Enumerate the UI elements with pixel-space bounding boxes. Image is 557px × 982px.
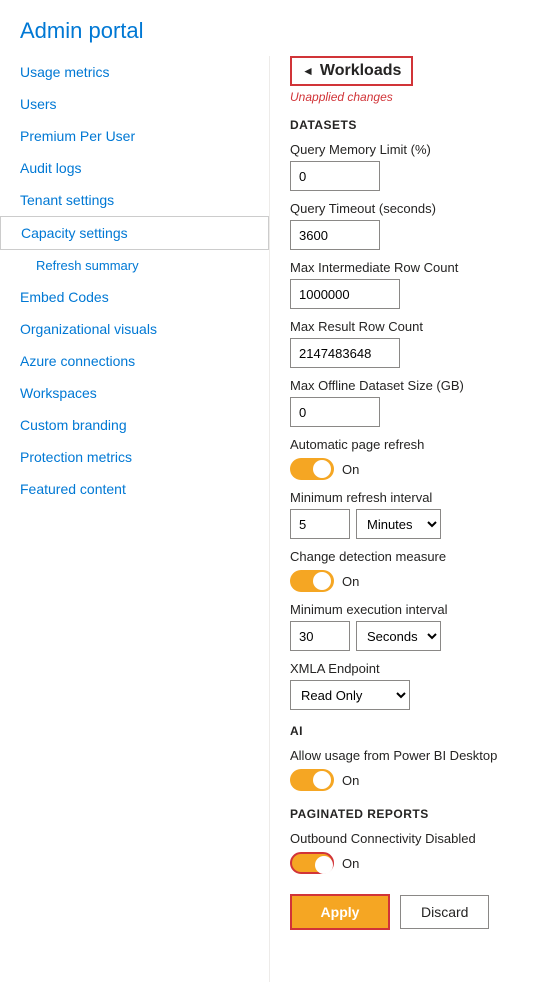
sidebar-item-usage-metrics[interactable]: Usage metrics [0,56,269,88]
xmla-endpoint-label: XMLA Endpoint [290,661,537,676]
sidebar-item-audit-logs[interactable]: Audit logs [0,152,269,184]
allow-usage-label: Allow usage from Power BI Desktop [290,748,537,763]
datasets-section-label: DATASETS [290,118,537,132]
min-refresh-value-input[interactable] [290,509,350,539]
outbound-toggle[interactable] [290,852,334,874]
min-refresh-row: Minutes Seconds [290,509,537,539]
sidebar-item-refresh-summary[interactable]: Refresh summary [0,250,269,281]
min-execution-row: Seconds Minutes [290,621,537,651]
outbound-toggle-label: On [342,856,359,871]
sidebar-item-premium-per-user[interactable]: Premium Per User [0,120,269,152]
change-detection-label: Change detection measure [290,549,537,564]
max-result-label: Max Result Row Count [290,319,537,334]
allow-usage-toggle-label: On [342,773,359,788]
apply-button[interactable]: Apply [290,894,390,930]
max-offline-input[interactable] [290,397,380,427]
sidebar-item-custom-branding[interactable]: Custom branding [0,409,269,441]
actions-row: Apply Discard [290,894,537,950]
discard-button[interactable]: Discard [400,895,489,929]
outbound-label: Outbound Connectivity Disabled [290,831,537,846]
min-refresh-unit-select[interactable]: Minutes Seconds [356,509,441,539]
query-timeout-label: Query Timeout (seconds) [290,201,537,216]
workloads-title: Workloads [320,62,402,80]
auto-page-refresh-toggle[interactable] [290,458,334,480]
unapplied-changes-text: Unapplied changes [290,90,537,104]
max-intermediate-label: Max Intermediate Row Count [290,260,537,275]
sidebar-item-capacity-settings[interactable]: Capacity settings [0,216,269,250]
max-intermediate-input[interactable] [290,279,400,309]
sidebar-item-featured-content[interactable]: Featured content [0,473,269,505]
query-memory-limit-input[interactable] [290,161,380,191]
query-memory-limit-label: Query Memory Limit (%) [290,142,537,157]
workloads-header-box: ◄ Workloads [290,56,413,86]
sidebar-item-tenant-settings[interactable]: Tenant settings [0,184,269,216]
min-execution-value-input[interactable] [290,621,350,651]
outbound-toggle-row: On [290,852,537,874]
min-execution-unit-select[interactable]: Seconds Minutes [356,621,441,651]
sidebar-item-azure-connections[interactable]: Azure connections [0,345,269,377]
allow-usage-toggle-row: On [290,769,537,791]
page-container: Admin portal Usage metrics Users Premium… [0,0,557,982]
content-area: Usage metrics Users Premium Per User Aud… [0,56,557,982]
xmla-endpoint-select[interactable]: Read Only Read Write Off [290,680,410,710]
max-offline-label: Max Offline Dataset Size (GB) [290,378,537,393]
allow-usage-toggle[interactable] [290,769,334,791]
sidebar-item-organizational-visuals[interactable]: Organizational visuals [0,313,269,345]
sidebar-item-embed-codes[interactable]: Embed Codes [0,281,269,313]
change-detection-toggle-label: On [342,574,359,589]
ai-section-label: AI [290,724,537,738]
main-content: ◄ Workloads Unapplied changes DATASETS Q… [270,56,557,982]
min-refresh-label: Minimum refresh interval [290,490,537,505]
change-detection-toggle-row: On [290,570,537,592]
auto-page-refresh-label: Automatic page refresh [290,437,537,452]
sidebar-item-protection-metrics[interactable]: Protection metrics [0,441,269,473]
query-timeout-input[interactable] [290,220,380,250]
auto-page-refresh-toggle-row: On [290,458,537,480]
sidebar: Usage metrics Users Premium Per User Aud… [0,56,270,982]
min-execution-label: Minimum execution interval [290,602,537,617]
workloads-chevron-icon[interactable]: ◄ [302,64,314,78]
paginated-reports-label: PAGINATED REPORTS [290,807,537,821]
sidebar-item-users[interactable]: Users [0,88,269,120]
sidebar-item-workspaces[interactable]: Workspaces [0,377,269,409]
max-result-input[interactable] [290,338,400,368]
page-title: Admin portal [0,0,557,56]
auto-page-refresh-toggle-label: On [342,462,359,477]
change-detection-toggle[interactable] [290,570,334,592]
